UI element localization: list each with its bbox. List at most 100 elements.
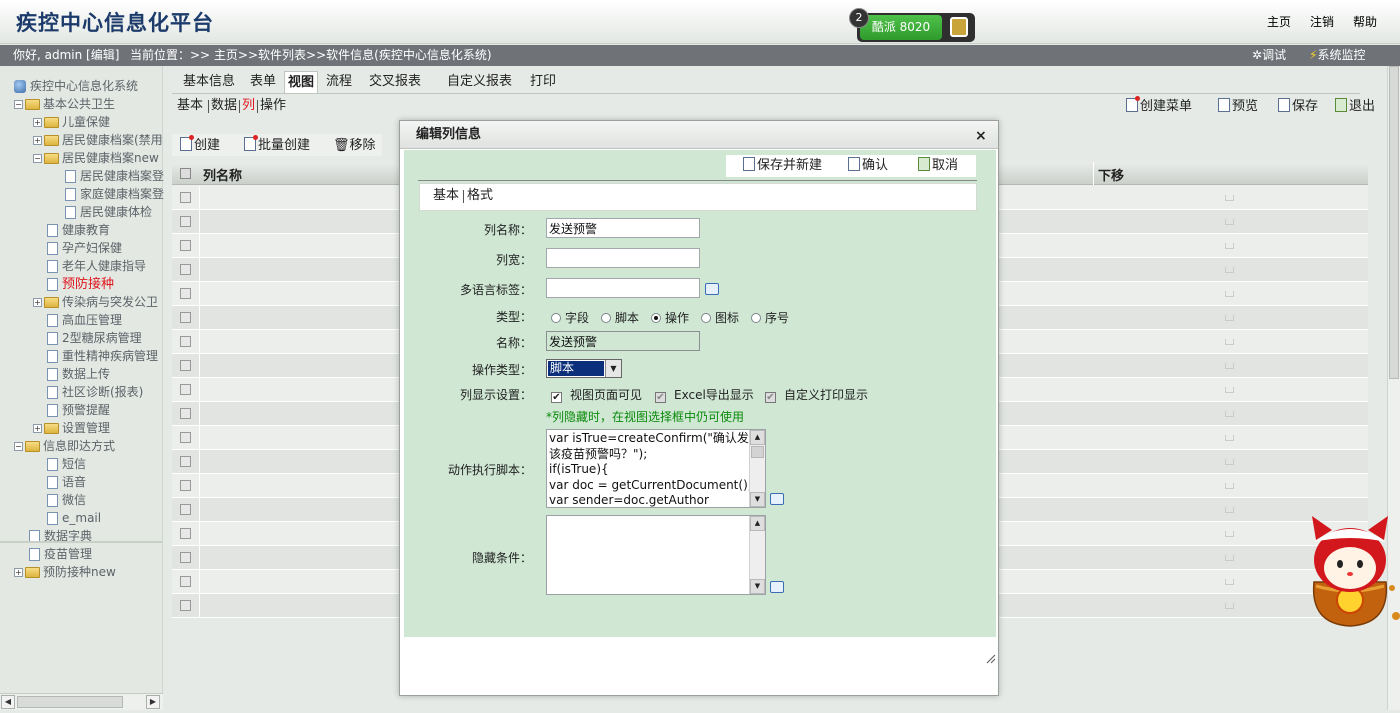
tab-print[interactable]: 打印 <box>527 71 559 93</box>
dialog-tab-basic[interactable]: 基本 <box>433 187 459 205</box>
tree-item-basic-health[interactable]: − 基本公共卫生 <box>14 95 115 113</box>
resize-grip-icon[interactable] <box>984 652 996 664</box>
preview-button[interactable]: 预览 <box>1218 98 1258 116</box>
tree-item-vaccine[interactable]: 疫苗管理 <box>29 545 92 563</box>
scroll-down-icon[interactable]: ▼ <box>750 579 765 594</box>
display-excel-checkbox[interactable]: ✔ Excel导出显示 <box>655 388 754 403</box>
row-checkbox[interactable] <box>180 432 191 443</box>
move-down-icon[interactable] <box>1225 243 1234 249</box>
col-width-field[interactable] <box>546 248 700 268</box>
move-down-icon[interactable] <box>1225 435 1234 441</box>
row-checkbox[interactable] <box>180 288 191 299</box>
hide-condition-scrollbar[interactable]: ▲ ▼ <box>749 516 765 594</box>
type-radio-serial[interactable]: 序号 <box>751 311 789 325</box>
tab-flow[interactable]: 流程 <box>323 71 355 93</box>
col-name-field[interactable] <box>546 218 700 238</box>
save-button[interactable]: 保存 <box>1278 98 1318 116</box>
move-down-icon[interactable] <box>1225 267 1234 273</box>
i18n-field[interactable] <box>546 278 700 298</box>
scroll-thumb[interactable] <box>1389 66 1399 379</box>
script-scrollbar[interactable]: ▲ ▼ <box>749 430 765 507</box>
move-down-icon[interactable] <box>1225 195 1234 201</box>
hide-condition-textarea[interactable]: ▲ ▼ <box>546 515 766 595</box>
expand-toggle-icon[interactable]: − <box>14 100 23 109</box>
move-down-icon[interactable] <box>1225 315 1234 321</box>
row-checkbox[interactable] <box>180 360 191 371</box>
tree-item-vaccination[interactable]: 预防接种 <box>47 275 114 293</box>
expand-toggle-icon[interactable]: + <box>33 136 42 145</box>
expand-toggle-icon[interactable]: + <box>14 568 23 577</box>
user-greeting[interactable]: 你好, admin [编辑] <box>13 45 119 66</box>
scroll-up-icon[interactable]: ▲ <box>750 430 765 445</box>
op-type-selected-value[interactable]: 脚本 <box>547 360 605 377</box>
row-checkbox[interactable] <box>180 528 191 539</box>
tree-item-hypertension[interactable]: 高血压管理 <box>47 311 122 329</box>
tab-custom-report[interactable]: 自定义报表 <box>444 71 515 93</box>
row-checkbox[interactable] <box>180 600 191 611</box>
tree-item-child-care[interactable]: + 儿童保健 <box>33 113 110 131</box>
tab-cross-report[interactable]: 交叉报表 <box>366 71 424 93</box>
row-checkbox[interactable] <box>180 240 191 251</box>
help-link[interactable]: 帮助 <box>1353 13 1377 30</box>
tree-item-infectious[interactable]: + 传染病与突发公卫 <box>33 293 158 311</box>
tree-item-messaging[interactable]: − 信息即达方式 <box>14 437 115 455</box>
scroll-right-button[interactable]: ▶ <box>146 695 160 709</box>
subnav-basic[interactable]: 基本 <box>177 97 203 115</box>
expand-toggle-icon[interactable]: − <box>33 154 42 163</box>
move-down-icon[interactable] <box>1225 483 1234 489</box>
dropdown-arrow-icon[interactable]: ▼ <box>605 360 621 377</box>
tree-item-elderly[interactable]: 老年人健康指导 <box>47 257 146 275</box>
script-textarea[interactable]: var isTrue=createConfirm("确认发送 该疫苗预警吗？")… <box>546 429 766 508</box>
move-down-icon[interactable] <box>1225 219 1234 225</box>
dialog-tab-format[interactable]: 格式 <box>467 187 493 205</box>
status-label[interactable]: 酷派 8020 <box>860 15 942 40</box>
tree-item-archive-disabled[interactable]: + 居民健康档案(禁用 <box>33 131 163 149</box>
move-down-icon[interactable] <box>1225 531 1234 537</box>
tree-item-archive-new[interactable]: − 居民健康档案new <box>33 149 159 167</box>
create-menu-button[interactable]: 创建菜单 <box>1126 96 1192 116</box>
type-radio-operation[interactable]: 操作 <box>651 311 689 325</box>
mascot-icon[interactable] <box>1300 512 1400 630</box>
scroll-left-button[interactable]: ◀ <box>1 695 15 709</box>
move-down-icon[interactable] <box>1225 363 1234 369</box>
move-down-icon[interactable] <box>1225 555 1234 561</box>
display-view-checkbox[interactable]: ✔ 视图页面可见 <box>551 388 642 403</box>
close-icon[interactable]: × <box>975 128 987 144</box>
remove-button[interactable]: 🗑移除 <box>333 137 376 155</box>
row-checkbox[interactable] <box>180 408 191 419</box>
tree-item-root[interactable]: 疾控中心信息化系统 <box>14 77 138 95</box>
tab-basic-info[interactable]: 基本信息 <box>180 71 238 93</box>
tree-item-mental[interactable]: 重性精神疾病管理 <box>47 347 158 365</box>
edit-script-icon[interactable] <box>770 493 784 505</box>
save-and-new-button[interactable]: 保存并新建 <box>743 157 822 175</box>
scroll-down-icon[interactable]: ▼ <box>750 492 765 507</box>
move-down-icon[interactable] <box>1225 579 1234 585</box>
expand-toggle-icon[interactable]: + <box>33 424 42 433</box>
row-checkbox[interactable] <box>180 312 191 323</box>
tab-view[interactable]: 视图 <box>284 71 319 93</box>
tree-item-voice[interactable]: 语音 <box>47 473 86 491</box>
move-down-icon[interactable] <box>1225 603 1234 609</box>
row-checkbox[interactable] <box>180 264 191 275</box>
row-checkbox[interactable] <box>180 504 191 515</box>
subnav-operation[interactable]: 操作 <box>260 97 286 115</box>
edit-i18n-icon[interactable] <box>705 283 719 295</box>
move-down-icon[interactable] <box>1225 387 1234 393</box>
row-checkbox[interactable] <box>180 384 191 395</box>
cancel-button[interactable]: 取消 <box>918 157 958 175</box>
tree-item-health-edu[interactable]: 健康教育 <box>47 221 110 239</box>
home-link[interactable]: 主页 <box>1267 13 1291 30</box>
expand-toggle-icon[interactable]: − <box>14 442 23 451</box>
tree-item-diagnosis[interactable]: 社区诊断(报表) <box>47 383 143 401</box>
logout-link[interactable]: 注销 <box>1310 13 1334 30</box>
tree-item-warning[interactable]: 预警提醒 <box>47 401 110 419</box>
type-radio-script[interactable]: 脚本 <box>601 311 639 325</box>
scroll-thumb[interactable] <box>751 446 764 458</box>
scroll-thumb[interactable] <box>17 696 123 708</box>
row-checkbox[interactable] <box>180 552 191 563</box>
tab-form[interactable]: 表单 <box>247 71 279 93</box>
scroll-up-icon[interactable]: ▲ <box>750 516 765 531</box>
row-checkbox[interactable] <box>180 576 191 587</box>
monitor-link[interactable]: ⚡系统监控 <box>1309 45 1365 66</box>
tree-item-email[interactable]: e_mail <box>47 509 101 527</box>
